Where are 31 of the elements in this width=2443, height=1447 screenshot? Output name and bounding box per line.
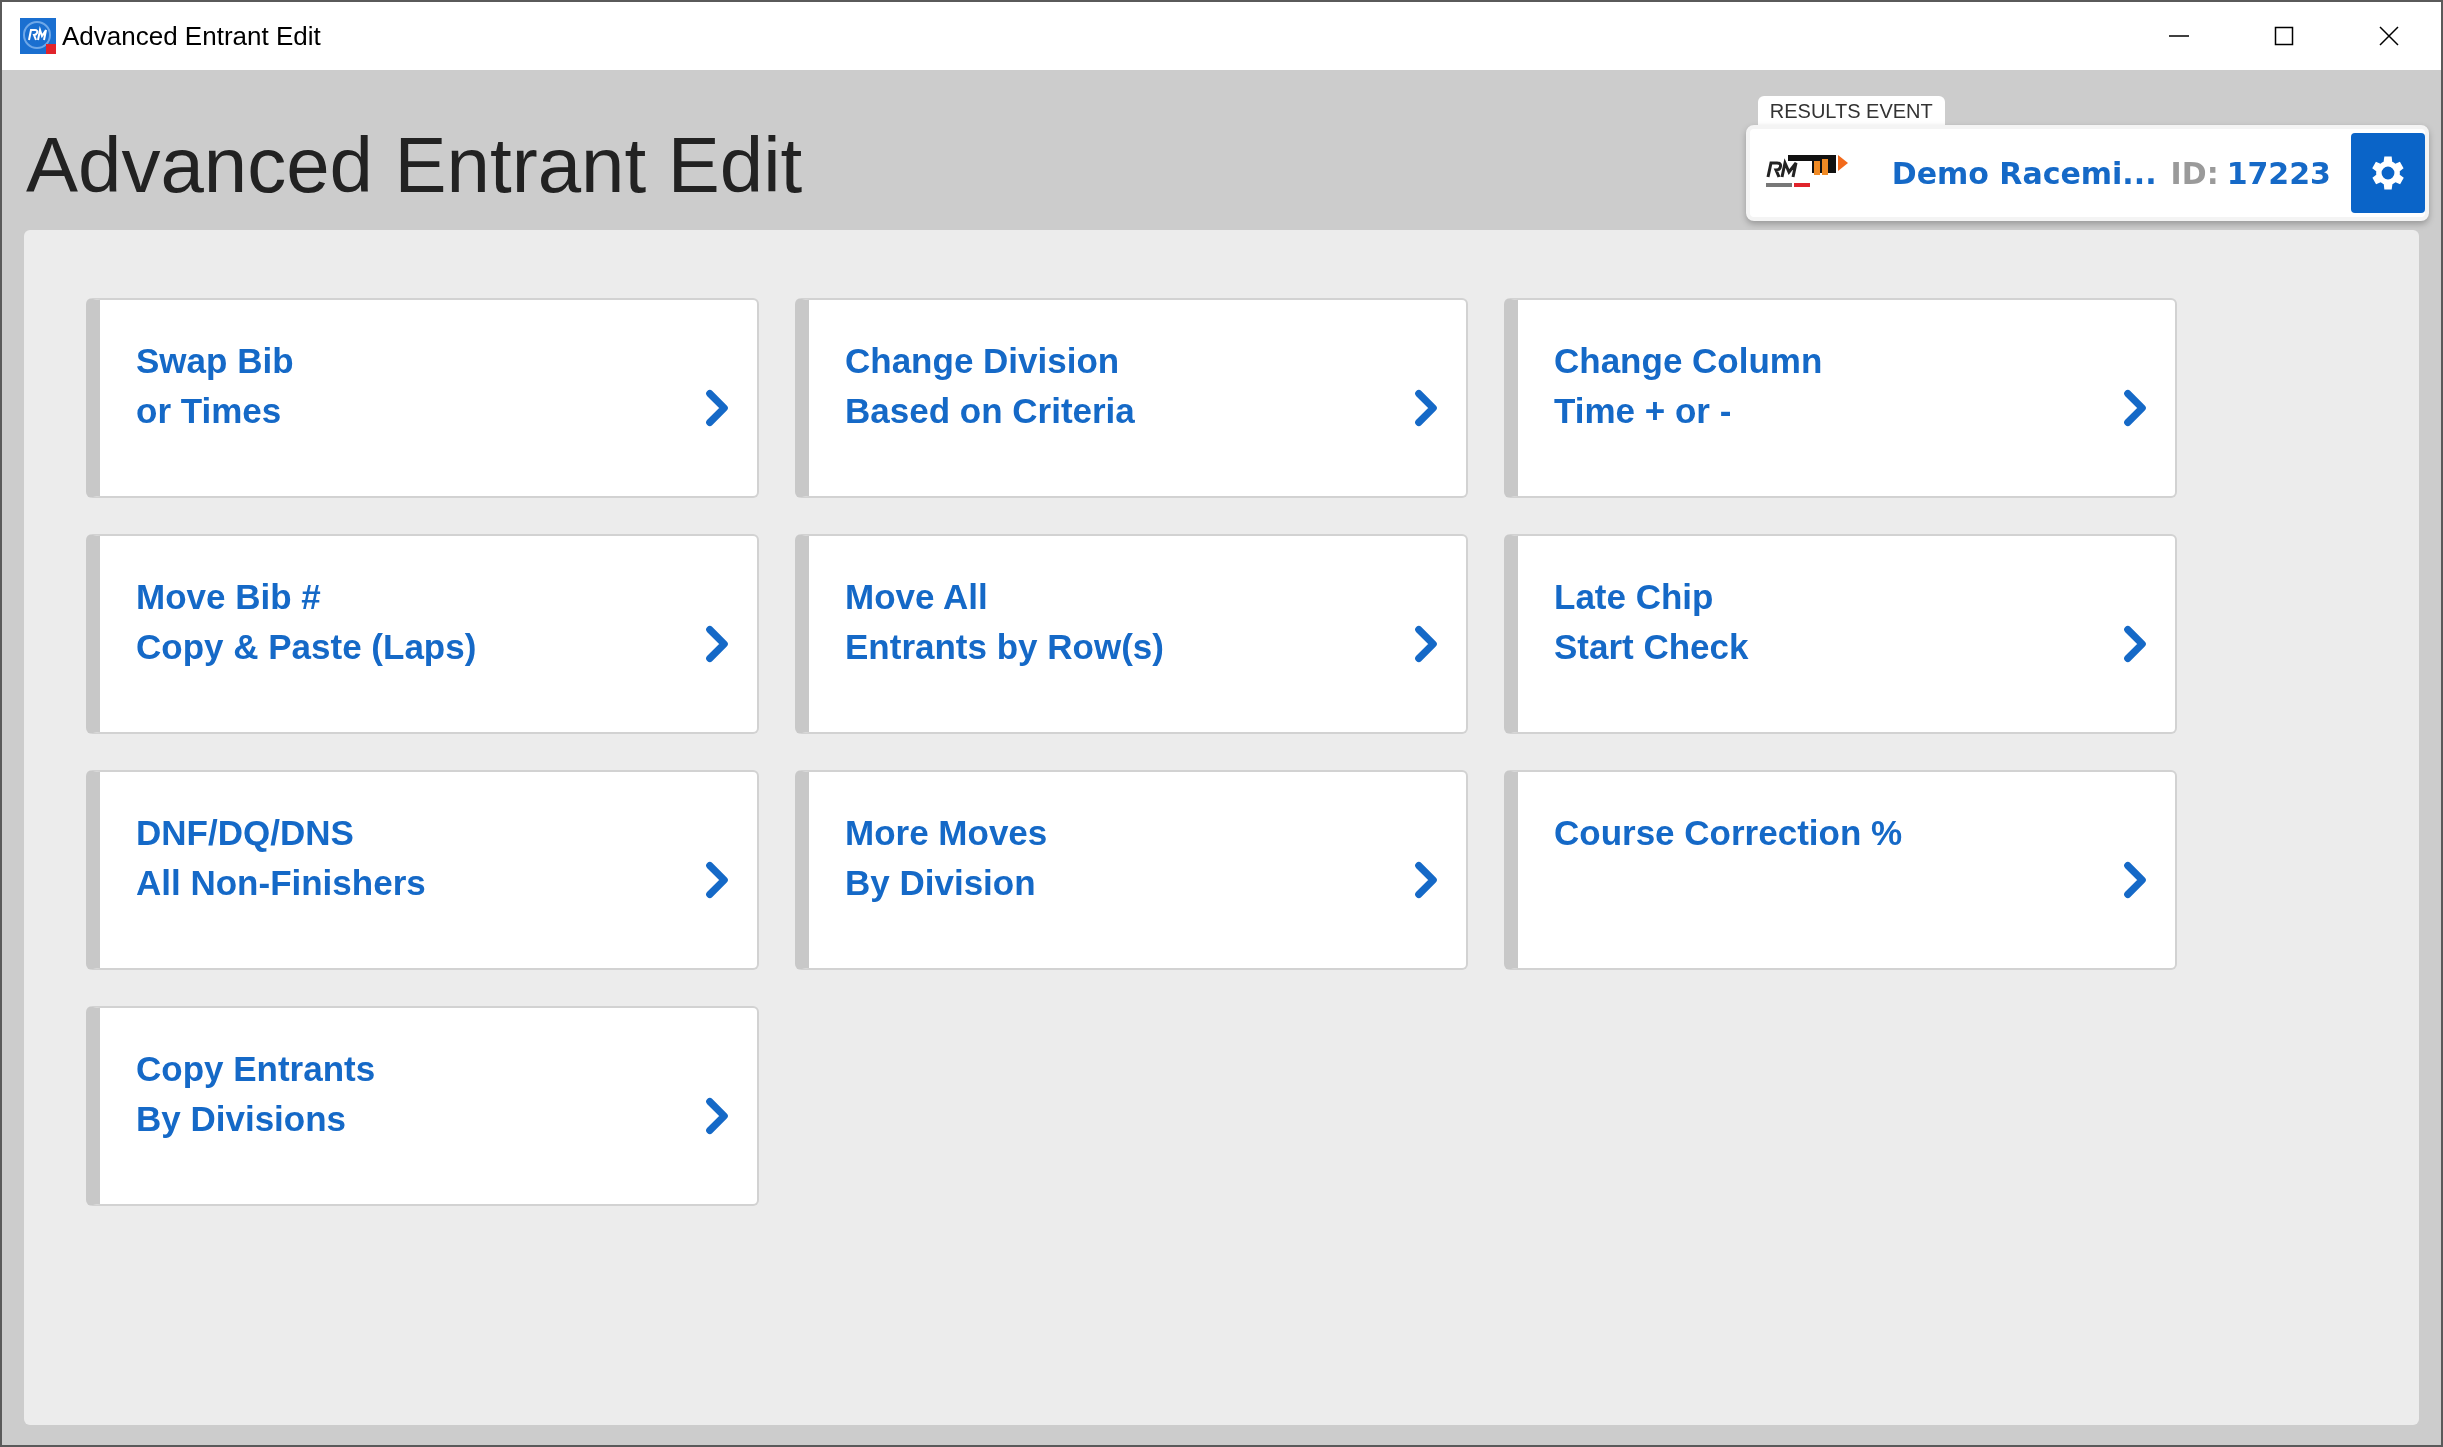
chevron-right-icon [705,1096,729,1136]
chevron-right-icon [2123,860,2147,900]
chevron-right-icon [705,624,729,664]
window-title: Advanced Entrant Edit [62,20,321,52]
action-tile[interactable]: Late Chip Start Check [1504,534,2177,734]
event-id-label: ID: [2170,155,2219,191]
chevron-right-icon [705,388,729,428]
chevron-right-icon [1414,860,1438,900]
action-tile[interactable]: Move Bib # Copy & Paste (Laps) [86,534,759,734]
results-event-label: RESULTS EVENT [1757,96,1945,125]
action-tile[interactable]: DNF/DQ/DNS All Non-Finishers [86,770,759,970]
close-icon [2378,26,2399,46]
page-title: Advanced Entrant Edit [26,120,803,211]
chevron-right-icon [2123,388,2147,428]
chevron-right-icon [2123,624,2147,664]
chevron-right-icon [705,860,729,900]
settings-button[interactable] [2351,133,2425,213]
app-icon [20,18,56,54]
action-tile[interactable]: Copy Entrants By Divisions [86,1006,759,1206]
chevron-right-icon [1414,388,1438,428]
maximize-icon [2273,26,2294,46]
event-name: Demo Racemi... [1891,155,2157,191]
minimize-icon [2168,35,2189,37]
action-tile[interactable]: Course Correction % [1504,770,2177,970]
event-id: 17223 [2226,155,2331,191]
action-tile[interactable]: Change Column Time + or - [1504,298,2177,498]
action-tile[interactable]: Swap Bib or Times [86,298,759,498]
action-tile[interactable]: Change Division Based on Criteria [795,298,1468,498]
action-tile[interactable]: More Moves By Division [795,770,1468,970]
chevron-right-icon [1414,624,1438,664]
action-tile[interactable]: Move All Entrants by Row(s) [795,534,1468,734]
